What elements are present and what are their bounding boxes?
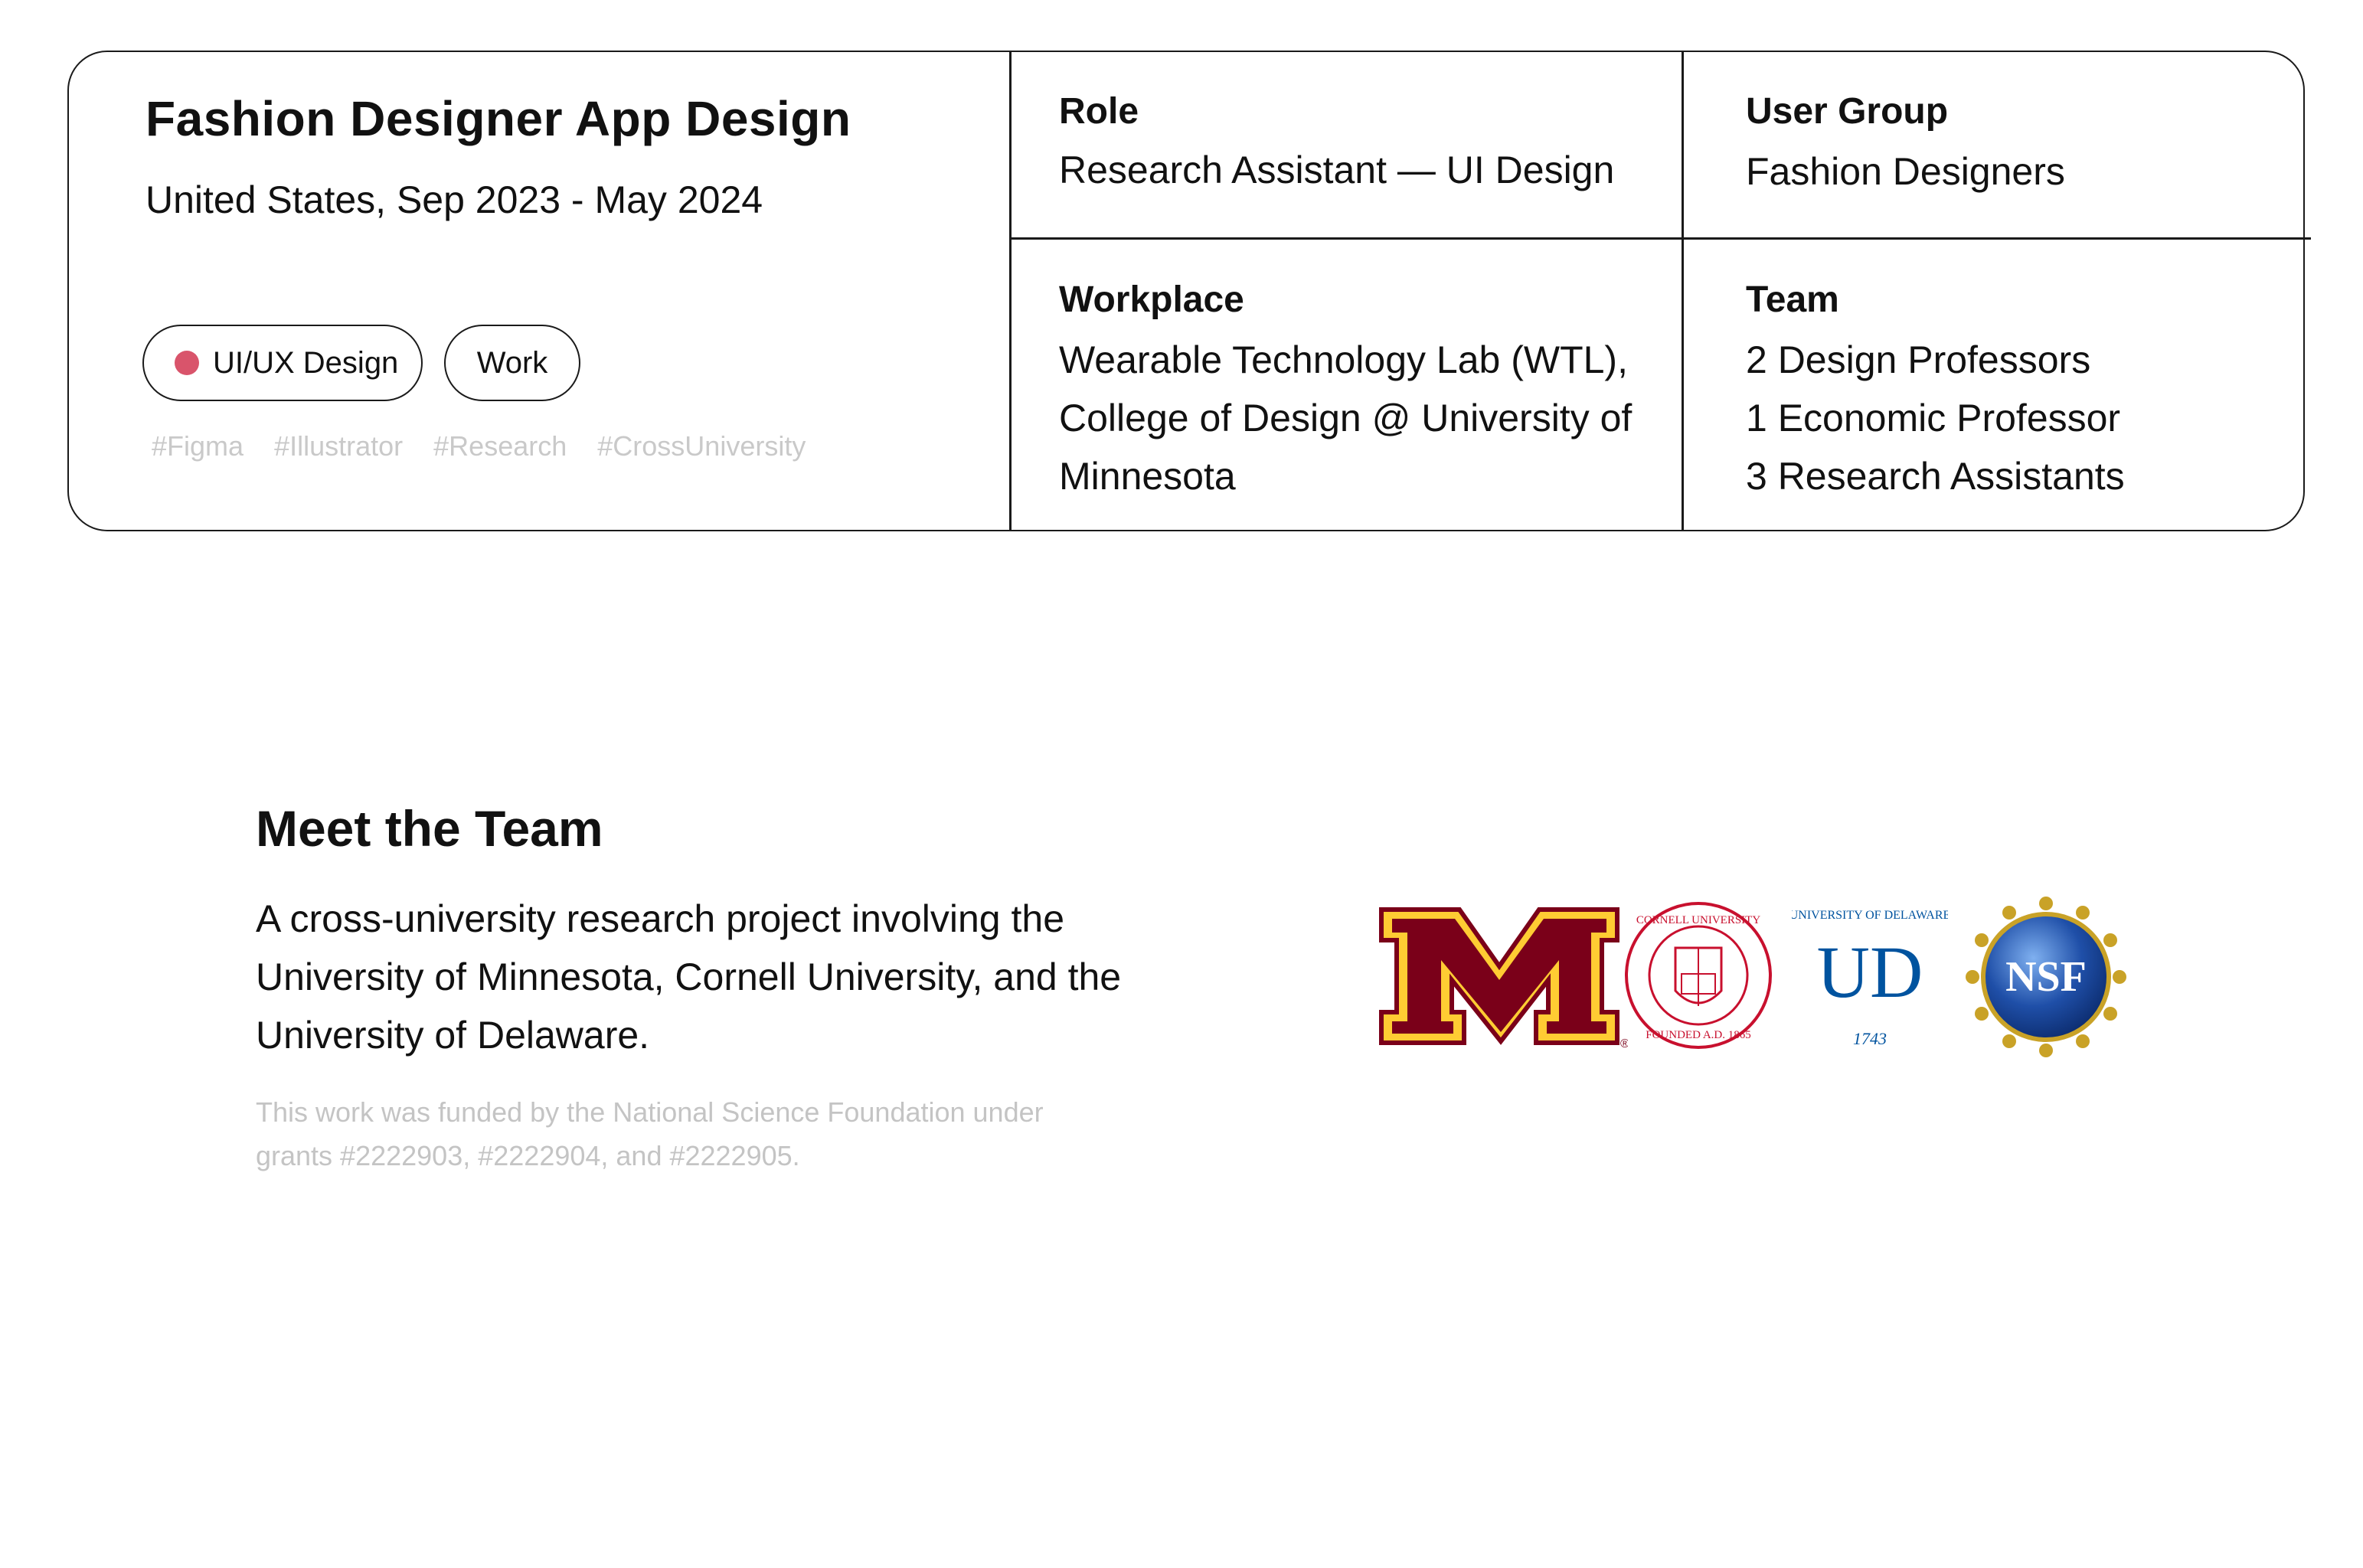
- svg-text:CORNELL UNIVERSITY: CORNELL UNIVERSITY: [1636, 914, 1761, 926]
- university-of-minnesota-logo: ®: [1379, 907, 1628, 1049]
- svg-text:UD: UD: [1817, 931, 1923, 1013]
- user-group-value: Fashion Designers: [1746, 150, 2065, 193]
- work-pill[interactable]: Work: [444, 325, 580, 401]
- category-dot-icon: [175, 351, 199, 375]
- role-value: Research Assistant — UI Design: [1059, 149, 1615, 191]
- card-divider-horizontal: [1009, 237, 2311, 240]
- team-value: 2 Design Professors 1 Economic Professor…: [1746, 331, 2125, 505]
- meet-the-team-description: A cross-university research project invo…: [256, 890, 1221, 1064]
- description-line: A cross-university research project invo…: [256, 897, 1065, 940]
- workplace-line: Wearable Technology Lab (WTL),: [1059, 338, 1628, 381]
- team-label: Team: [1746, 279, 1839, 320]
- card-divider-vertical-1: [1009, 51, 1012, 531]
- svg-text:1743: 1743: [1853, 1029, 1887, 1048]
- tag-illustrator: #Illustrator: [274, 430, 404, 462]
- uiux-design-pill[interactable]: UI/UX Design: [142, 325, 423, 401]
- workplace-value: Wearable Technology Lab (WTL), College o…: [1059, 331, 1632, 505]
- team-line: 2 Design Professors: [1746, 338, 2091, 381]
- project-subtitle: United States, Sep 2023 - May 2024: [145, 178, 763, 221]
- uiux-design-pill-label: UI/UX Design: [213, 345, 399, 380]
- work-pill-label: Work: [476, 345, 548, 380]
- funding-note: This work was funded by the National Sci…: [256, 1090, 1175, 1178]
- team-line: 3 Research Assistants: [1746, 455, 2125, 498]
- funding-note-line: This work was funded by the National Sci…: [256, 1096, 1044, 1128]
- role-label: Role: [1059, 91, 1139, 132]
- svg-text:UNIVERSITY OF DELAWARE: UNIVERSITY OF DELAWARE: [1792, 909, 1948, 922]
- funding-note-line: grants #2222903, #2222904, and #2222905.: [256, 1140, 800, 1171]
- tag-figma: #Figma: [152, 430, 244, 462]
- university-of-delaware-seal: UNIVERSITY OF DELAWARE UD 1743: [1792, 902, 1948, 1049]
- description-line: University of Delaware.: [256, 1014, 650, 1057]
- project-title: Fashion Designer App Design: [145, 91, 851, 146]
- team-line: 1 Economic Professor: [1746, 397, 2121, 439]
- nsf-logo: NSF: [1966, 897, 2126, 1057]
- tag-research: #Research: [433, 430, 567, 462]
- cornell-university-seal: CORNELL UNIVERSITY FOUNDED A.D. 1865: [1625, 902, 1772, 1049]
- tag-list: #Figma #Illustrator #Research #CrossUniv…: [152, 430, 829, 462]
- user-group-label: User Group: [1746, 91, 1949, 132]
- svg-text:FOUNDED A.D. 1865: FOUNDED A.D. 1865: [1646, 1029, 1751, 1041]
- description-line: University of Minnesota, Cornell Univers…: [256, 956, 1122, 998]
- svg-text:NSF: NSF: [2005, 953, 2087, 1001]
- tag-crossuniversity: #CrossUniversity: [597, 430, 806, 462]
- meet-the-team-heading: Meet the Team: [256, 800, 603, 857]
- workplace-line: College of Design @ University of: [1059, 397, 1633, 439]
- workplace-line: Minnesota: [1059, 455, 1236, 498]
- workplace-label: Workplace: [1059, 279, 1244, 320]
- card-divider-vertical-2: [1682, 51, 1684, 531]
